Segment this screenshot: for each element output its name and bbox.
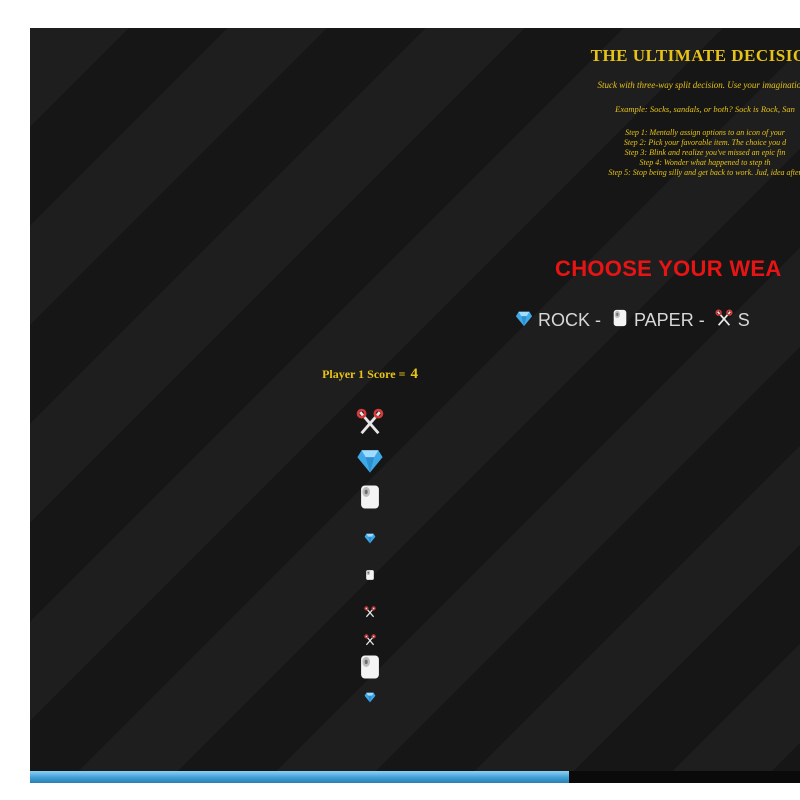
intro-text: Stuck with three-way split decision. Use… [597,80,800,90]
step-3: Step 3: Blink and realize you've missed … [624,148,786,157]
page-title: THE ULTIMATE DECISION [590,46,800,65]
toilet-paper-icon [611,308,629,333]
rock-option[interactable]: ROCK - [515,309,601,332]
paper-option[interactable]: PAPER - [611,308,705,333]
steps-list: Step 1: Mentally assign options to an ic… [280,128,800,178]
toilet-paper-icon [364,568,376,580]
progress-fill [30,771,569,783]
step-5: Step 5: Stop being silly and get back to… [608,168,800,177]
example-text: Example: Socks, sandals, or both? Sock i… [615,104,795,114]
gem-icon [364,531,376,544]
rock-label: ROCK - [538,310,601,330]
scissors-icon [356,408,384,436]
choose-weapon-title: CHOOSE YOUR WEA [555,256,782,281]
score-label: Player 1 Score = [322,367,409,381]
score-value: 4 [410,366,418,382]
move-history [340,408,400,728]
toilet-paper-icon [356,653,384,681]
gem-icon [356,446,384,474]
scissors-icon [364,633,376,646]
toilet-paper-icon [356,483,384,511]
step-1: Step 1: Mentally assign options to an ic… [625,128,785,137]
step-2: Step 2: Pick your favorable item. The ch… [623,138,787,147]
scissors-option[interactable]: S [715,309,750,332]
scissors-label: S [737,310,750,330]
step-4: Step 4: Wonder what happened to step th [639,158,771,167]
gem-icon [364,690,376,703]
paper-label: PAPER - [634,310,705,330]
player-score: Player 1 Score = 4 [300,366,440,383]
game-frame: THE ULTIMATE DECISION Stuck with three-w… [30,28,800,783]
progress-bar [30,771,800,783]
scissors-icon [715,309,733,332]
gem-icon [515,309,533,332]
weapon-options: ROCK - PAPER - S [515,308,760,333]
scissors-icon [364,605,376,618]
instructions-header: THE ULTIMATE DECISION Stuck with three-w… [280,44,800,178]
